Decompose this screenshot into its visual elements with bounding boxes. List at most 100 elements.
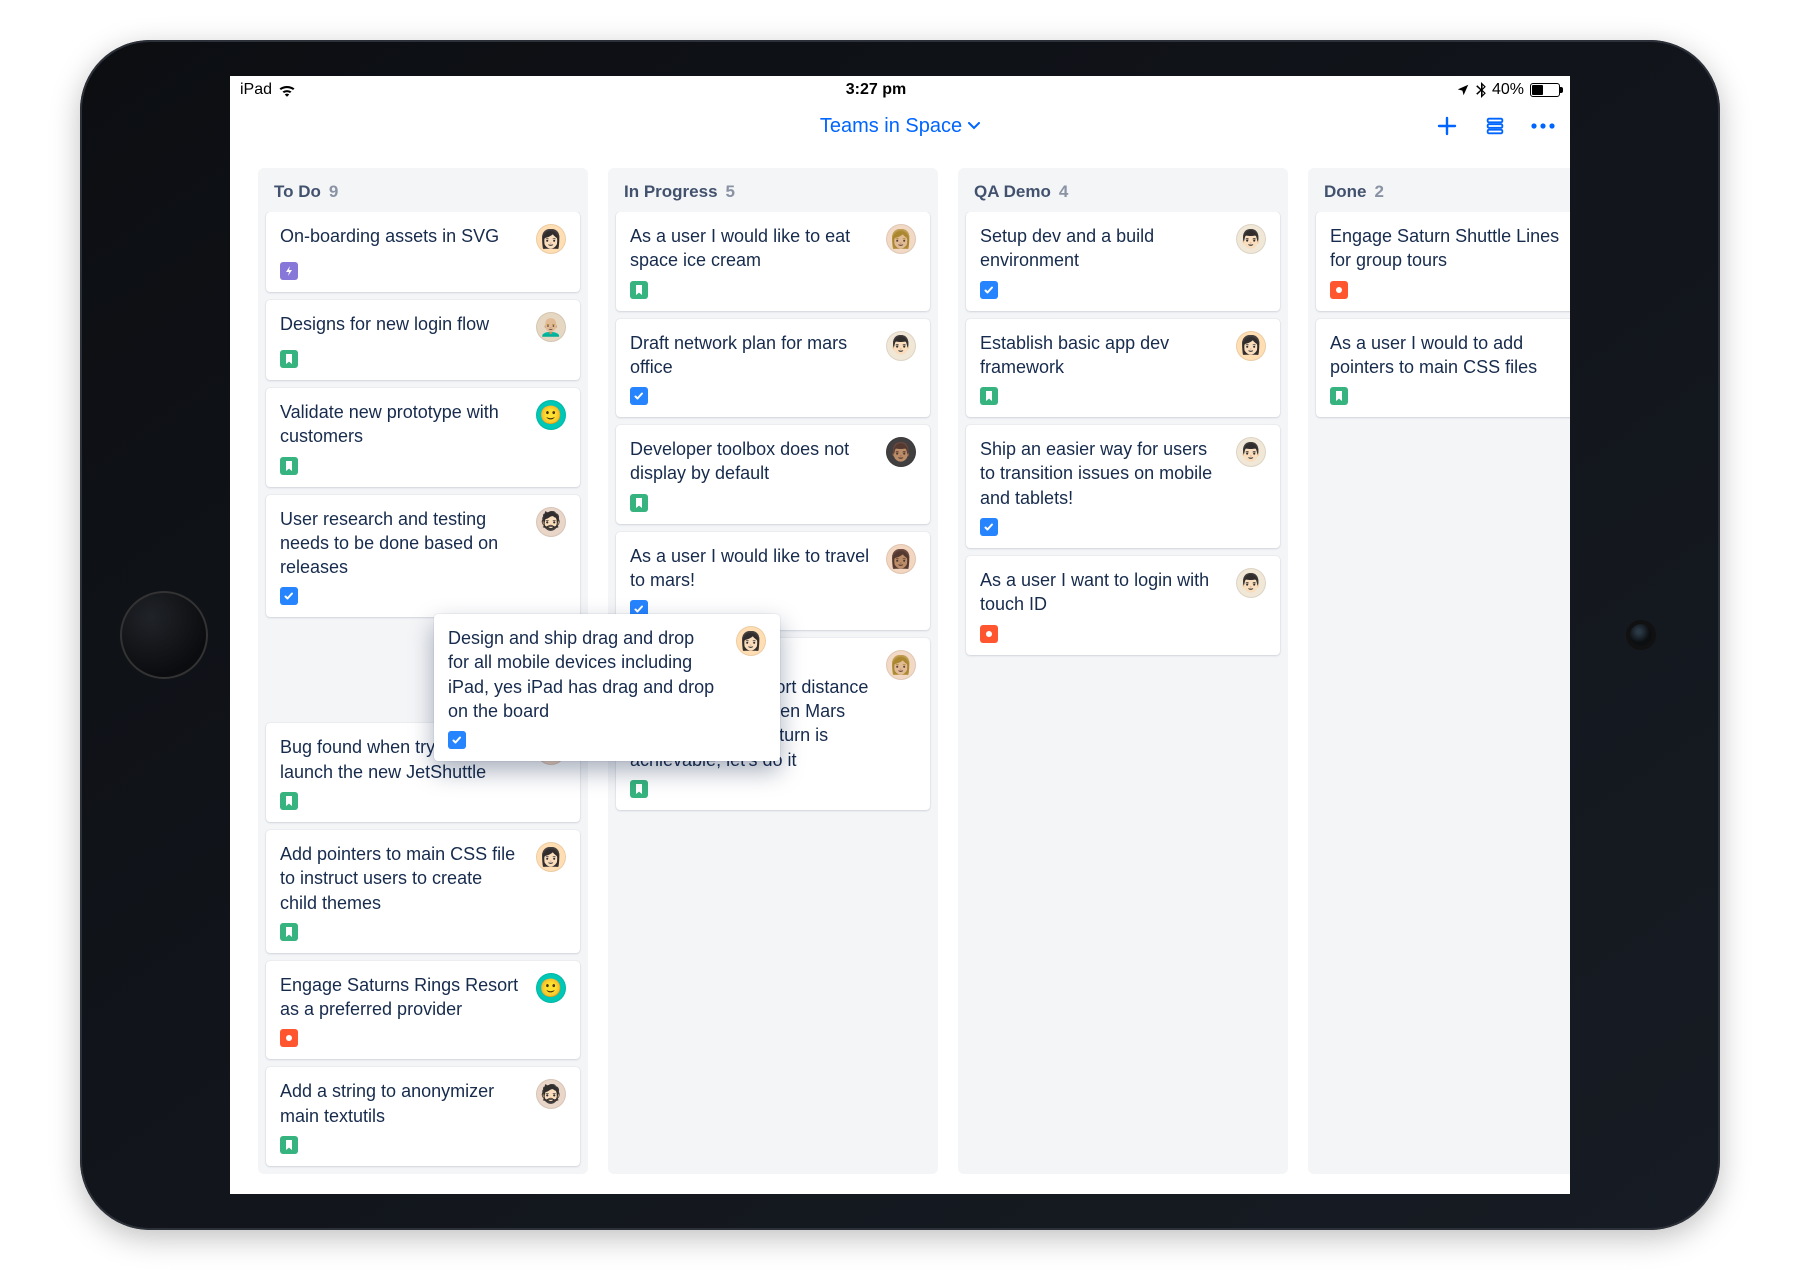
card-title: User research and testing needs to be do… bbox=[280, 507, 526, 580]
avatar: 👨🏻 bbox=[1236, 568, 1266, 598]
card[interactable]: Engage Saturn Shuttle Lines for group to… bbox=[1316, 212, 1570, 311]
issue-type-icon bbox=[980, 625, 998, 643]
card[interactable]: User research and testing needs to be do… bbox=[266, 495, 580, 618]
card-count: 2 bbox=[1375, 182, 1384, 202]
column-title: To Do bbox=[274, 182, 321, 202]
column-header: In Progress 5 bbox=[608, 168, 938, 212]
column-title: In Progress bbox=[624, 182, 718, 202]
avatar: 👨🏻 bbox=[1236, 437, 1266, 467]
card-title: Ship an easier way for users to transiti… bbox=[980, 437, 1226, 510]
bluetooth-icon bbox=[1476, 82, 1486, 98]
battery-percent: 40% bbox=[1492, 81, 1524, 99]
card[interactable]: As a user I would to add pointers to mai… bbox=[1316, 319, 1570, 418]
avatar: 👩🏻 bbox=[736, 626, 766, 656]
location-icon bbox=[1456, 83, 1470, 97]
issue-type-icon bbox=[280, 457, 298, 475]
issue-type-icon bbox=[280, 587, 298, 605]
more-button[interactable] bbox=[1530, 113, 1556, 139]
issue-type-icon bbox=[280, 923, 298, 941]
card-title: As a user I would like to travel to mars… bbox=[630, 544, 876, 593]
avatar: 👨🏻 bbox=[886, 331, 916, 361]
add-button[interactable] bbox=[1434, 113, 1460, 139]
board-title: Teams in Space bbox=[820, 115, 962, 138]
card-title: Design and ship drag and drop for all mo… bbox=[448, 626, 726, 723]
card[interactable]: Designs for new login flow 👨🏼‍🦲 bbox=[266, 300, 580, 380]
backlog-button[interactable] bbox=[1482, 113, 1508, 139]
card-title: Add pointers to main CSS file to instruc… bbox=[280, 842, 526, 915]
front-camera bbox=[1630, 624, 1652, 646]
card[interactable]: Setup dev and a build environment 👨🏻 bbox=[966, 212, 1280, 311]
column-header: Done 2 bbox=[1308, 168, 1570, 212]
card[interactable]: Validate new prototype with customers 🙂 bbox=[266, 388, 580, 487]
card-title: Developer toolbox does not display by de… bbox=[630, 437, 876, 486]
card[interactable]: Add a string to anonymizer main textutil… bbox=[266, 1067, 580, 1166]
card[interactable]: As a user I want to login with touch ID 👨… bbox=[966, 556, 1280, 655]
issue-type-icon bbox=[280, 1136, 298, 1154]
avatar: 👨🏼‍🦲 bbox=[536, 312, 566, 342]
board-switcher[interactable]: Teams in Space bbox=[820, 115, 980, 138]
card[interactable]: Developer toolbox does not display by de… bbox=[616, 425, 930, 524]
issue-type-icon bbox=[980, 281, 998, 299]
card-title: On-boarding assets in SVG bbox=[280, 224, 526, 254]
kanban-board[interactable]: To Do 9 On-boarding assets in SVG 👩🏻 Designs… bbox=[230, 148, 1570, 1194]
card[interactable]: Add pointers to main CSS file to instruc… bbox=[266, 830, 580, 953]
issue-type-icon bbox=[630, 494, 648, 512]
column-title: Done bbox=[1324, 182, 1367, 202]
issue-type-icon bbox=[280, 350, 298, 368]
issue-type-icon bbox=[980, 518, 998, 536]
avatar: 👩🏻 bbox=[536, 224, 566, 254]
avatar: 🧔🏻 bbox=[536, 507, 566, 537]
avatar: 🧔🏻 bbox=[536, 1079, 566, 1109]
chevron-down-icon bbox=[968, 122, 980, 130]
issue-type-icon bbox=[1330, 281, 1348, 299]
card[interactable]: Draft network plan for mars office 👨🏻 bbox=[616, 319, 930, 418]
card-count: 5 bbox=[726, 182, 735, 202]
avatar: 👩🏼 bbox=[886, 224, 916, 254]
card-title: As a user I would like to eat space ice … bbox=[630, 224, 876, 273]
issue-type-icon bbox=[630, 387, 648, 405]
avatar: 👨🏽 bbox=[886, 437, 916, 467]
card-title: Designs for new login flow bbox=[280, 312, 526, 342]
dragging-card[interactable]: Design and ship drag and drop for all mo… bbox=[434, 614, 780, 761]
column-qademo[interactable]: QA Demo 4 Setup dev and a build environmen… bbox=[958, 168, 1288, 1174]
card-title: As a user I want to login with touch ID bbox=[980, 568, 1226, 617]
column-header: To Do 9 bbox=[258, 168, 588, 212]
avatar: 👩🏻 bbox=[536, 842, 566, 872]
issue-type-icon bbox=[280, 1029, 298, 1047]
home-button[interactable] bbox=[120, 591, 208, 679]
card-title: Add a string to anonymizer main textutil… bbox=[280, 1079, 526, 1128]
card-title: Engage Saturn Shuttle Lines for group to… bbox=[1330, 224, 1570, 273]
card-title: As a user I would to add pointers to mai… bbox=[1330, 331, 1570, 380]
screen: iPad 3:27 pm 40% bbox=[230, 76, 1570, 1194]
card-title: Validate new prototype with customers bbox=[280, 400, 526, 449]
card-count: 4 bbox=[1059, 182, 1068, 202]
card-list[interactable]: Engage Saturn Shuttle Lines for group to… bbox=[1308, 212, 1570, 425]
card[interactable]: Ship an easier way for users to transiti… bbox=[966, 425, 1280, 548]
avatar: 👩🏽 bbox=[886, 544, 916, 574]
card-title: Establish basic app dev framework bbox=[980, 331, 1226, 380]
app-header: Teams in Space bbox=[230, 104, 1570, 148]
card[interactable]: On-boarding assets in SVG 👩🏻 bbox=[266, 212, 580, 292]
card[interactable]: As a user I would like to eat space ice … bbox=[616, 212, 930, 311]
plus-icon bbox=[1435, 114, 1459, 138]
card-title: Draft network plan for mars office bbox=[630, 331, 876, 380]
avatar: 👩🏼 bbox=[886, 650, 916, 680]
issue-type-icon bbox=[280, 262, 298, 280]
avatar: 🙂 bbox=[536, 400, 566, 430]
card[interactable]: Establish basic app dev framework 👩🏻 bbox=[966, 319, 1280, 418]
issue-type-icon bbox=[980, 387, 998, 405]
ipad-frame: iPad 3:27 pm 40% bbox=[80, 40, 1720, 1230]
card-list[interactable]: Setup dev and a build environment 👨🏻 Estab… bbox=[958, 212, 1288, 663]
card-count: 9 bbox=[329, 182, 338, 202]
column-done[interactable]: Done 2 Engage Saturn Shuttle Lines for gro… bbox=[1308, 168, 1570, 1174]
column-header: QA Demo 4 bbox=[958, 168, 1288, 212]
avatar: 👩🏻 bbox=[1236, 331, 1266, 361]
card-title: Setup dev and a build environment bbox=[980, 224, 1226, 273]
issue-type-icon bbox=[630, 780, 648, 798]
card[interactable]: Engage Saturns Rings Resort as a preferr… bbox=[266, 961, 580, 1060]
column-title: QA Demo bbox=[974, 182, 1051, 202]
avatar: 🙂 bbox=[536, 973, 566, 1003]
avatar: 👨🏻 bbox=[1236, 224, 1266, 254]
issue-type-icon bbox=[280, 792, 298, 810]
issue-type-icon bbox=[630, 281, 648, 299]
